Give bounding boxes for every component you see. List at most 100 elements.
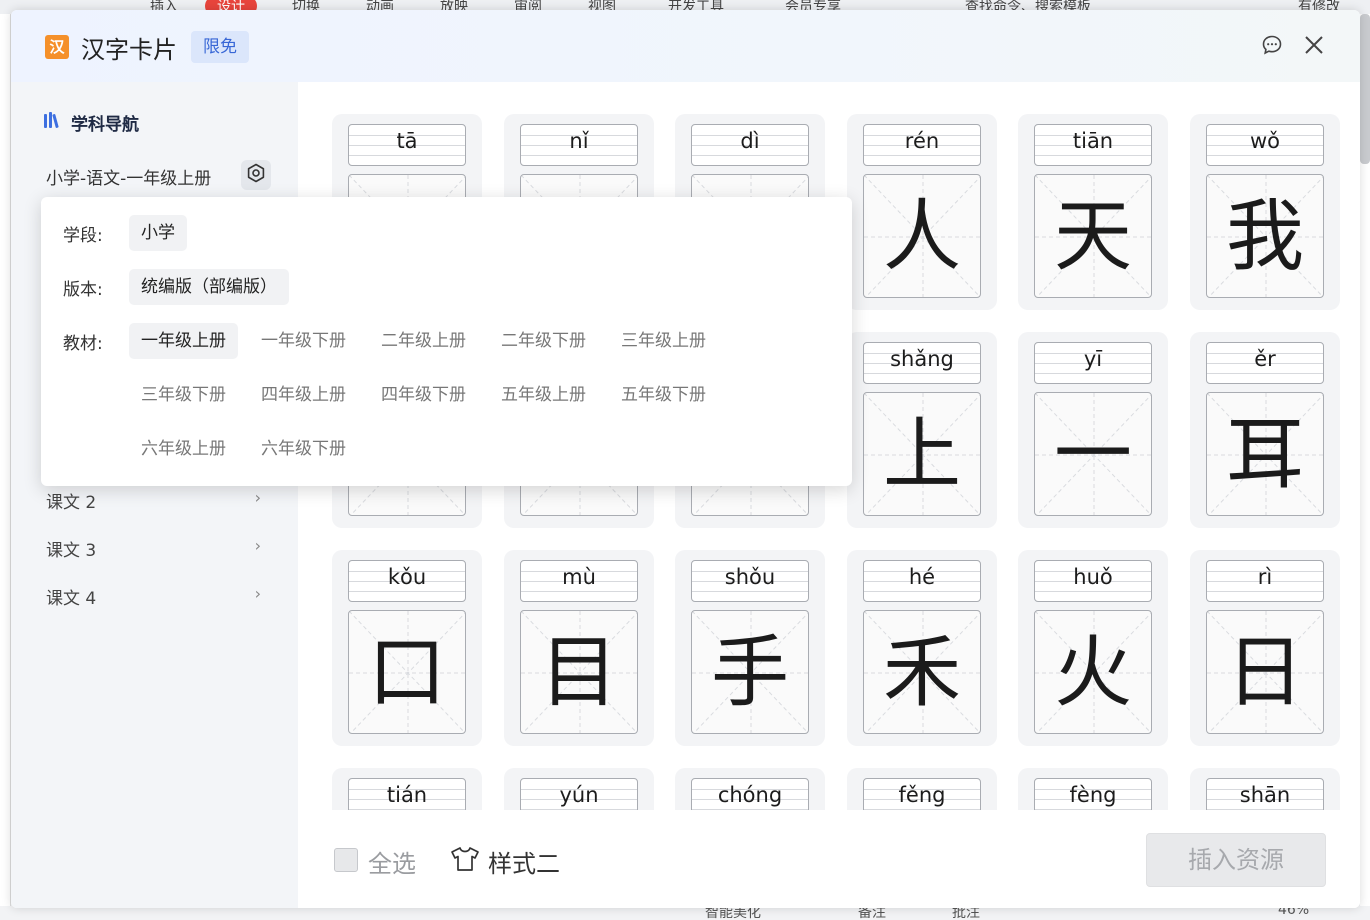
dialog-title: 汉字卡片 — [81, 36, 177, 64]
textbook-option[interactable]: 二年级下册 — [489, 323, 598, 359]
hanzi-card[interactable]: shǎng 上 — [847, 332, 997, 528]
hanzi-card[interactable]: rì 日 — [1190, 550, 1340, 746]
pinyin-box: tā — [348, 124, 466, 166]
pinyin-text: nǐ — [569, 129, 589, 153]
books-icon — [43, 111, 63, 134]
lesson-item[interactable]: 课文 2 › — [46, 488, 261, 513]
pinyin-box: fěng — [863, 778, 981, 810]
hanzi-card[interactable]: shān — [1190, 768, 1340, 810]
pinyin-text: shǒu — [724, 565, 776, 589]
feedback-icon[interactable] — [1259, 32, 1285, 58]
background-scrollbar[interactable] — [1360, 14, 1370, 920]
pinyin-box: shǒu — [691, 560, 809, 602]
pinyin-guide-line — [692, 591, 808, 592]
background-slide-panel — [0, 14, 11, 920]
hanzi-grid-box: 禾 — [863, 610, 981, 734]
pinyin-text: fěng — [898, 783, 946, 807]
hanzi-card[interactable]: huǒ 火 — [1018, 550, 1168, 746]
pinyin-text: tā — [396, 129, 418, 153]
textbook-option[interactable]: 四年级下册 — [369, 377, 478, 413]
textbook-option[interactable]: 六年级下册 — [249, 431, 358, 467]
pinyin-guide-line — [1035, 155, 1151, 156]
pinyin-guide-line — [864, 155, 980, 156]
pinyin-box: mù — [520, 560, 638, 602]
pinyin-text: kǒu — [387, 565, 427, 589]
textbook-option[interactable]: 四年级上册 — [249, 377, 358, 413]
hanzi-grid-box: 日 — [1206, 610, 1324, 734]
status-item[interactable]: 智能美化 — [705, 906, 761, 920]
hanzi-card[interactable]: hé 禾 — [847, 550, 997, 746]
hanzi-card[interactable]: kǒu 口 — [332, 550, 482, 746]
hanzi-card[interactable]: mù 目 — [504, 550, 654, 746]
hanzi-card[interactable]: shǒu 手 — [675, 550, 825, 746]
pinyin-text: shān — [1239, 783, 1291, 807]
pinyin-box: shān — [1206, 778, 1324, 810]
hanzi-card[interactable]: rén 人 — [847, 114, 997, 310]
textbook-option[interactable]: 一年级上册 — [129, 323, 238, 359]
insert-resource-button[interactable]: 插入资源 — [1146, 833, 1326, 887]
hanzi-character: 禾 — [882, 628, 961, 718]
hanzi-character: 手 — [710, 628, 789, 718]
subject-nav-title: 学科导航 — [71, 115, 139, 135]
pinyin-guide-line — [1207, 155, 1323, 156]
edition-option[interactable]: 统编版（部编版） — [129, 269, 289, 305]
lesson-item[interactable]: 课文 3 › — [46, 536, 261, 561]
hanzi-card[interactable]: yī 一 — [1018, 332, 1168, 528]
pinyin-text: tián — [386, 783, 428, 807]
hanzi-character: 日 — [1225, 628, 1304, 718]
hanzi-card[interactable]: ěr 耳 — [1190, 332, 1340, 528]
hanzi-grid-box: 人 — [863, 174, 981, 298]
textbook-option[interactable]: 五年级下册 — [609, 377, 718, 413]
hanzi-grid-box: 天 — [1034, 174, 1152, 298]
pinyin-text: yún — [559, 783, 599, 807]
current-book-label[interactable]: 小学-语文-一年级上册 — [46, 164, 211, 189]
pinyin-guide-line — [692, 155, 808, 156]
pinyin-text: huǒ — [1073, 565, 1113, 589]
hanzi-character: 火 — [1053, 628, 1132, 718]
hanzi-card[interactable]: wǒ 我 — [1190, 114, 1340, 310]
pinyin-text: rén — [904, 129, 940, 153]
pinyin-text: yī — [1083, 347, 1103, 371]
stage-option[interactable]: 小学 — [129, 215, 187, 251]
stage-label: 学段: — [63, 226, 103, 246]
lesson-item[interactable]: 课文 4 › — [46, 584, 261, 609]
hanzi-character: 上 — [882, 410, 961, 500]
pinyin-text: rì — [1257, 565, 1273, 589]
pinyin-text: mù — [562, 565, 596, 589]
textbook-option[interactable]: 五年级上册 — [489, 377, 598, 413]
book-settings-button[interactable] — [241, 160, 271, 190]
scrollbar-thumb[interactable] — [1360, 14, 1370, 164]
textbook-option[interactable]: 三年级下册 — [129, 377, 238, 413]
pinyin-guide-line — [1035, 591, 1151, 592]
hanzi-card[interactable]: chóng — [675, 768, 825, 810]
hanzi-character: 一 — [1053, 410, 1132, 500]
textbook-option[interactable]: 一年级下册 — [249, 323, 358, 359]
pinyin-box: chóng — [691, 778, 809, 810]
app-logo-icon: 汉 — [45, 35, 69, 59]
select-all-checkbox[interactable] — [334, 848, 358, 872]
background-status-bar: 智能美化 备注 批注 46% — [0, 906, 1370, 920]
lesson-label: 课文 2 — [46, 493, 97, 513]
pinyin-text: chóng — [717, 783, 783, 807]
hanzi-card[interactable]: tiān 天 — [1018, 114, 1168, 310]
hanzi-character: 天 — [1053, 192, 1132, 282]
pinyin-box: yī — [1034, 342, 1152, 384]
chevron-right-icon: › — [254, 536, 261, 555]
pinyin-guide-line — [521, 155, 637, 156]
style-selector-button[interactable]: 样式二 — [450, 844, 560, 879]
close-icon[interactable] — [1301, 32, 1327, 58]
textbook-option[interactable]: 三年级上册 — [609, 323, 718, 359]
status-item[interactable]: 备注 — [858, 906, 886, 920]
pinyin-text: hé — [908, 565, 936, 589]
select-all-label[interactable]: 全选 — [368, 844, 416, 879]
hanzi-card[interactable]: fèng — [1018, 768, 1168, 810]
hanzi-card[interactable]: yún — [504, 768, 654, 810]
textbook-option[interactable]: 六年级上册 — [129, 431, 238, 467]
status-item[interactable]: 批注 — [952, 906, 980, 920]
pinyin-box: nǐ — [520, 124, 638, 166]
textbook-option[interactable]: 二年级上册 — [369, 323, 478, 359]
pinyin-box: rì — [1206, 560, 1324, 602]
hanzi-card[interactable]: fěng — [847, 768, 997, 810]
hanzi-card[interactable]: tián — [332, 768, 482, 810]
pinyin-text: fèng — [1069, 783, 1117, 807]
